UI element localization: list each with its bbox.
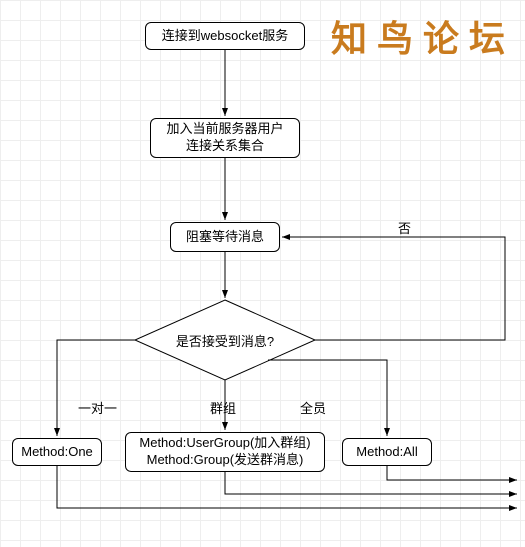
label-no: 否 <box>398 218 411 237</box>
node-method-group: Method:UserGroup(加入群组) Method:Group(发送群消… <box>125 432 325 472</box>
watermark-logo: 知鸟论坛 <box>331 10 515 62</box>
flowchart-canvas: 知鸟论坛 连接到websocket服务 加入当前服务器用户 连接关系集合 阻塞等… <box>0 0 525 547</box>
decision-text: 是否接受到消息? <box>135 300 315 380</box>
label-all: 全员 <box>300 398 326 417</box>
node-wait-message: 阻塞等待消息 <box>170 222 280 252</box>
node-method-all: Method:All <box>342 438 432 466</box>
label-one-to-one: 一对一 <box>78 398 117 417</box>
label-group: 群组 <box>210 398 236 417</box>
node-decision-received: 是否接受到消息? <box>135 300 315 380</box>
node-join-collection: 加入当前服务器用户 连接关系集合 <box>150 118 300 158</box>
node-method-one: Method:One <box>12 438 102 466</box>
node-connect-websocket: 连接到websocket服务 <box>145 22 305 50</box>
